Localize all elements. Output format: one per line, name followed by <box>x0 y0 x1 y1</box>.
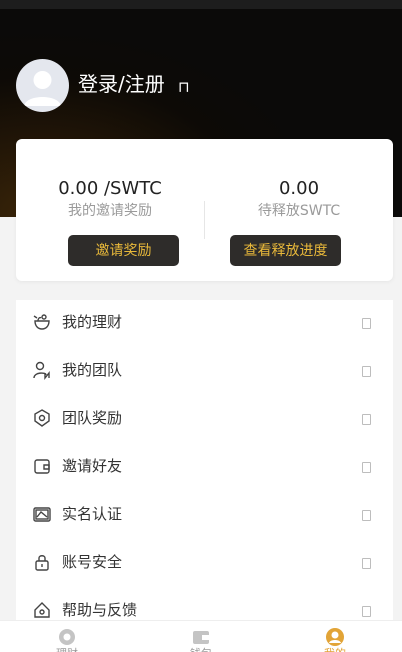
tab-mine[interactable]: 我的 <box>268 621 402 652</box>
chevron-right-icon <box>362 606 371 617</box>
menu-list: 我的理财 我的团队 团队奖励 邀请好友 实名认证 账号安全 帮助与反馈 <box>16 300 393 620</box>
invite-reward-label: 我的邀请奖励 <box>68 203 152 219</box>
tab-wallet[interactable]: 钱包 <box>134 621 268 652</box>
bottom-tab-bar: 理财 钱包 我的 <box>0 620 402 652</box>
menu-item-label: 帮助与反馈 <box>62 601 138 619</box>
menu-item-help-feedback[interactable]: 帮助与反馈 <box>16 588 393 620</box>
finance-icon <box>57 627 77 647</box>
menu-item-label: 我的团队 <box>62 361 123 379</box>
invite-reward-button[interactable]: 邀请奖励 <box>68 235 179 266</box>
login-register-link[interactable]: 登录/注册 <box>78 71 165 97</box>
chevron-right-icon <box>362 510 371 521</box>
invite-reward-value: 0.00 /SWTC <box>58 178 162 199</box>
wallet-icon <box>32 456 52 476</box>
chevron-right-icon <box>362 318 371 329</box>
chevron-right-icon <box>362 558 371 569</box>
menu-item-label: 团队奖励 <box>62 409 123 427</box>
pending-release-label: 待释放SWTC <box>257 203 341 219</box>
chevron-right-icon <box>362 462 371 473</box>
reward-summary-card: 0.00 /SWTC 我的邀请奖励 0.00 待释放SWTC 邀请奖励 查看释放… <box>16 139 393 281</box>
profile-icon <box>325 627 345 647</box>
wealth-icon <box>32 312 52 332</box>
status-bar <box>0 0 402 9</box>
menu-item-account-security[interactable]: 账号安全 <box>16 540 393 588</box>
lock-icon <box>32 552 52 572</box>
chevron-right-icon <box>362 366 371 377</box>
tab-label: 钱包 <box>134 647 268 652</box>
menu-item-label: 我的理财 <box>62 313 123 331</box>
tab-label: 理财 <box>0 647 134 652</box>
reward-icon <box>32 408 52 428</box>
avatar[interactable] <box>16 59 69 112</box>
id-card-icon <box>32 504 52 524</box>
menu-item-invite-friends[interactable]: 邀请好友 <box>16 444 393 492</box>
menu-item-my-wealth[interactable]: 我的理财 <box>16 300 393 348</box>
tab-finance[interactable]: 理财 <box>0 621 134 652</box>
pending-release-value: 0.00 <box>278 178 320 199</box>
wallet-tab-icon <box>191 627 211 647</box>
view-release-progress-button[interactable]: 查看释放进度 <box>230 235 341 266</box>
menu-item-label: 邀请好友 <box>62 457 123 475</box>
tab-label: 我的 <box>268 647 402 652</box>
chevron-right-icon[interactable]: ⊓ <box>178 75 190 99</box>
chevron-right-icon <box>362 414 371 425</box>
team-icon <box>32 360 52 380</box>
menu-item-label: 账号安全 <box>62 553 123 571</box>
menu-item-label: 实名认证 <box>62 505 123 523</box>
menu-item-my-team[interactable]: 我的团队 <box>16 348 393 396</box>
avatar-placeholder-icon <box>24 71 61 106</box>
menu-item-real-name-verification[interactable]: 实名认证 <box>16 492 393 540</box>
menu-item-team-reward[interactable]: 团队奖励 <box>16 396 393 444</box>
help-icon <box>32 600 52 620</box>
